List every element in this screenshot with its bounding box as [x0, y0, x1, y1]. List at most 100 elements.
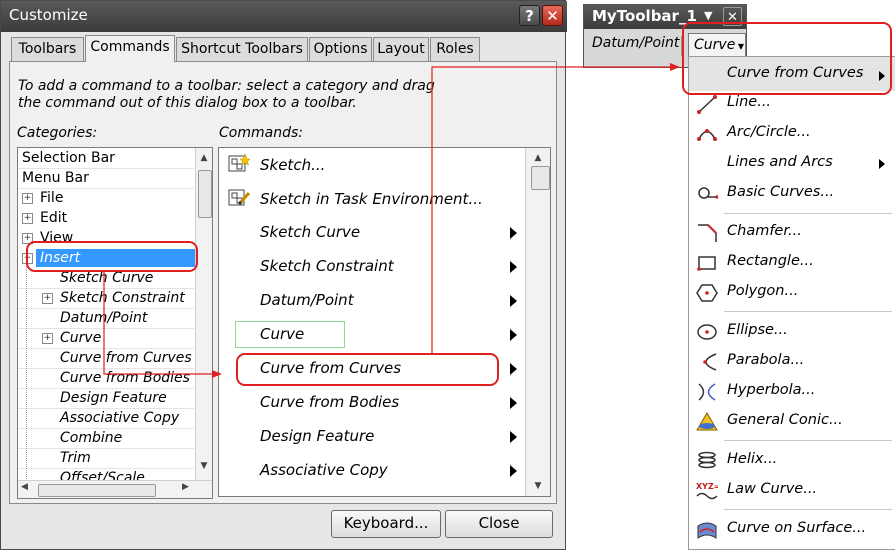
- command-item[interactable]: Datum/Point: [219, 284, 524, 318]
- menu-item-basic-curves[interactable]: Basic Curves...: [689, 179, 895, 209]
- scroll-thumb[interactable]: [531, 166, 550, 190]
- command-item[interactable]: Curve from Bodies: [219, 386, 524, 420]
- expand-icon[interactable]: +: [42, 293, 53, 304]
- help-button[interactable]: ?: [519, 5, 540, 26]
- dialog-title: Customize: [9, 6, 88, 24]
- command-item[interactable]: Associative Copy: [219, 454, 524, 488]
- category-item[interactable]: Design Feature: [18, 388, 194, 409]
- menu-item-rectangle[interactable]: Rectangle...: [689, 248, 895, 278]
- toolbar-title: MyToolbar_1: [592, 7, 697, 25]
- dropdown-arrow-icon: ▼: [735, 42, 745, 51]
- menu-item-lines-and-arcs[interactable]: Lines and Arcs: [689, 149, 895, 179]
- commands-list[interactable]: Sketch... Sketch in Task Environment... …: [218, 147, 551, 497]
- category-item[interactable]: Menu Bar: [18, 168, 194, 189]
- sketch-task-icon: [228, 188, 251, 208]
- hscroll-thumb[interactable]: [38, 484, 156, 497]
- close-icon[interactable]: ✕: [723, 7, 742, 26]
- category-item[interactable]: Associative Copy: [18, 408, 194, 429]
- command-item[interactable]: Sketch Curve: [219, 216, 524, 250]
- scroll-up-icon[interactable]: ▲: [196, 150, 212, 166]
- expand-icon[interactable]: +: [22, 193, 33, 204]
- submenu-arrow-icon: [879, 71, 885, 81]
- category-item[interactable]: Curve from Curves: [18, 348, 194, 369]
- scroll-left-icon[interactable]: ◀: [21, 482, 28, 492]
- submenu-arrow-icon: [510, 431, 517, 443]
- command-item[interactable]: Curve: [219, 318, 524, 352]
- category-item[interactable]: + File: [18, 188, 194, 208]
- toolbar-dropdown-icon[interactable]: ▼: [704, 9, 712, 22]
- menu-item-curve-on-surface[interactable]: Curve on Surface...: [689, 515, 895, 545]
- ellipse-icon: [697, 324, 717, 340]
- categories-hscrollbar[interactable]: ◀ ▶: [18, 480, 212, 498]
- scroll-down-icon[interactable]: ▼: [196, 458, 212, 474]
- customize-dialog: Customize ? ✕ Toolbars Commands Shortcut…: [0, 0, 567, 550]
- tab-shortcut-toolbars[interactable]: Shortcut Toolbars: [176, 37, 308, 61]
- menu-item-chamfer[interactable]: Chamfer...: [689, 218, 895, 248]
- svg-text:XYZ=: XYZ=: [696, 482, 718, 491]
- menu-item-curve-from-curves[interactable]: Curve from Curves: [689, 59, 895, 89]
- general-conic-icon: [696, 412, 718, 431]
- curve-dropdown-menu: Curve from Curves Line... Arc/Circle... …: [688, 56, 895, 550]
- submenu-arrow-icon: [879, 159, 885, 169]
- command-item[interactable]: Sketch Constraint: [219, 250, 524, 284]
- expand-icon[interactable]: +: [42, 333, 53, 344]
- categories-vscrollbar[interactable]: ▲ ▼: [195, 148, 212, 480]
- submenu-arrow-icon: [510, 295, 517, 307]
- category-item[interactable]: Curve from Bodies: [18, 368, 194, 389]
- commands-vscrollbar[interactable]: ▲ ▼: [525, 148, 550, 496]
- menu-item-arc-circle[interactable]: Arc/Circle...: [689, 119, 895, 149]
- menu-item-parabola[interactable]: Parabola...: [689, 347, 895, 377]
- instructions-text: To add a command to a toolbar: select a …: [18, 78, 435, 111]
- categories-list[interactable]: Selection Bar Menu Bar + File + Edit + View…: [17, 147, 213, 499]
- dialog-titlebar[interactable]: Customize ? ✕: [1, 1, 567, 32]
- category-item[interactable]: + Curve: [18, 328, 194, 349]
- category-item[interactable]: Sketch Curve: [18, 268, 194, 289]
- menu-item-helix[interactable]: Helix...: [689, 446, 895, 476]
- category-item[interactable]: Combine: [18, 428, 194, 449]
- menu-item-general-conic[interactable]: General Conic...: [689, 407, 895, 437]
- collapse-icon[interactable]: −: [22, 253, 33, 264]
- command-item[interactable]: Design Feature: [219, 420, 524, 454]
- category-item[interactable]: − Insert: [18, 248, 198, 268]
- category-item[interactable]: + Sketch Constraint: [18, 288, 194, 309]
- scroll-right-icon[interactable]: ▶: [182, 482, 189, 492]
- tab-toolbars[interactable]: Toolbars: [11, 37, 84, 61]
- expand-icon[interactable]: +: [22, 213, 33, 224]
- sketch-icon: [228, 153, 251, 174]
- keyboard-button[interactable]: Keyboard...: [331, 510, 441, 538]
- scroll-thumb[interactable]: [198, 170, 212, 218]
- toolbar-item-curve[interactable]: Curve ▼: [688, 33, 746, 57]
- close-button[interactable]: Close: [445, 510, 553, 538]
- selected-category: Insert: [36, 249, 198, 267]
- menu-item-line[interactable]: Line...: [689, 89, 895, 119]
- category-item[interactable]: Datum/Point: [18, 308, 194, 329]
- tree-line: [26, 258, 27, 483]
- command-item[interactable]: Sketch in Task Environment...: [219, 182, 524, 216]
- rectangle-icon: [697, 256, 716, 271]
- close-icon[interactable]: ✕: [542, 5, 563, 26]
- category-item[interactable]: Trim: [18, 448, 194, 469]
- submenu-arrow-icon: [510, 397, 517, 409]
- toolbar-titlebar[interactable]: MyToolbar_1 ▼ ✕: [584, 5, 746, 29]
- tab-roles[interactable]: Roles: [430, 37, 480, 61]
- toolbar-item-datum-point[interactable]: Datum/Point: [592, 35, 679, 51]
- tab-commands[interactable]: Commands: [85, 35, 175, 62]
- submenu-arrow-icon: [510, 329, 517, 341]
- scroll-up-icon[interactable]: ▲: [526, 150, 550, 166]
- categories-label: Categories:: [17, 125, 98, 141]
- tab-layout[interactable]: Layout: [373, 37, 429, 61]
- line-icon: [697, 95, 717, 114]
- category-item[interactable]: + Edit: [18, 208, 194, 228]
- menu-item-hyperbola[interactable]: Hyperbola...: [689, 377, 895, 407]
- category-item[interactable]: Offset/Scale: [18, 468, 194, 480]
- menu-item-polygon[interactable]: Polygon...: [689, 278, 895, 308]
- command-item[interactable]: Sketch...: [219, 148, 524, 182]
- menu-item-ellipse[interactable]: Ellipse...: [689, 317, 895, 347]
- command-item[interactable]: Curve from Curves: [219, 352, 524, 386]
- expand-icon[interactable]: +: [22, 233, 33, 244]
- category-item[interactable]: + View: [18, 228, 194, 248]
- tab-options[interactable]: Options: [309, 37, 372, 61]
- menu-item-law-curve[interactable]: XYZ= Law Curve...: [689, 476, 895, 506]
- category-item[interactable]: Selection Bar: [18, 148, 194, 169]
- scroll-down-icon[interactable]: ▼: [526, 478, 550, 494]
